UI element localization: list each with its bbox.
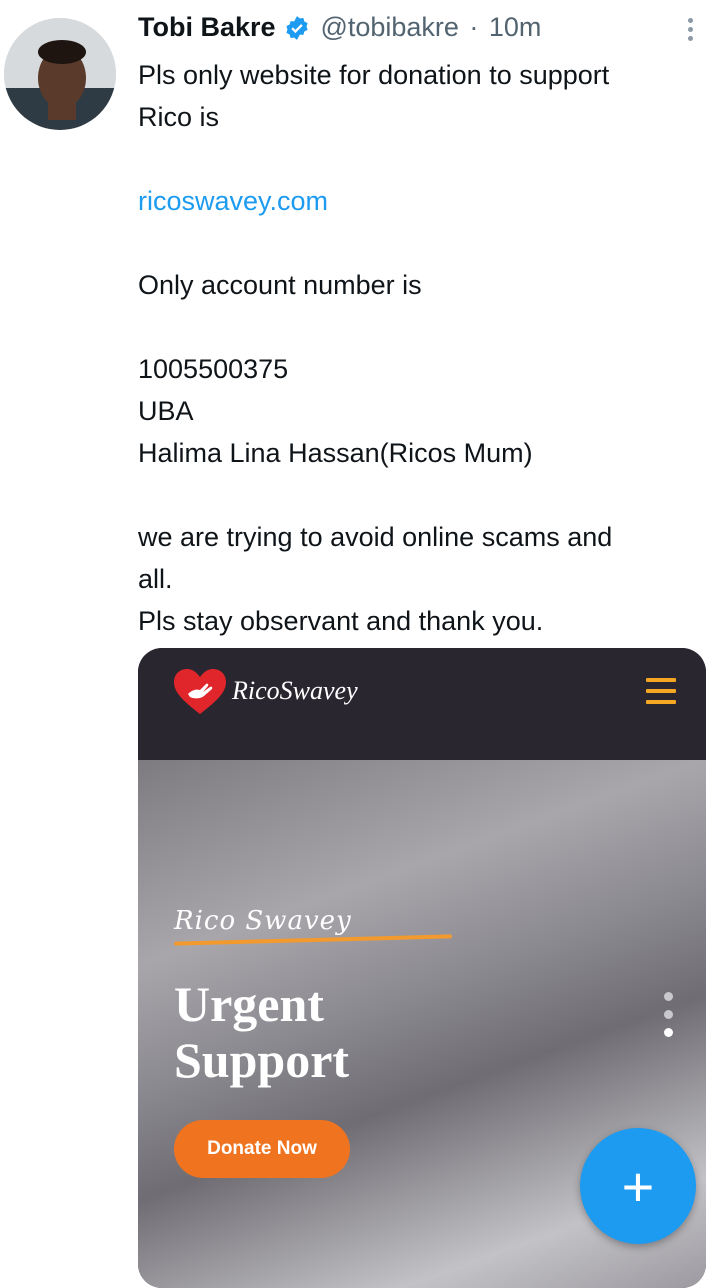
slider-dot[interactable] — [664, 992, 673, 1001]
tweet-header: Tobi Bakre @tobibakre · 10m — [138, 12, 698, 52]
account-name: Halima Lina Hassan(Ricos Mum) — [138, 438, 533, 468]
tweet-time[interactable]: 10m — [489, 12, 542, 42]
closing-line: we are trying to avoid online scams and — [138, 522, 613, 552]
account-number: 1005500375 — [138, 354, 289, 384]
author-name[interactable]: Tobi Bakre — [138, 12, 276, 42]
bank-name: UBA — [138, 396, 194, 426]
slider-dots[interactable] — [664, 992, 673, 1046]
closing-line: Pls stay observant and thank you. — [138, 606, 544, 636]
site-logo-text: RicoSwavey — [232, 676, 358, 705]
donate-now-button[interactable]: Donate Now — [174, 1120, 350, 1178]
heart-logo-icon — [174, 669, 226, 714]
avatar-image — [4, 18, 116, 130]
signature-text: Rico Swavey — [174, 906, 352, 936]
slider-dot[interactable] — [664, 1010, 673, 1019]
more-options-icon[interactable] — [688, 14, 698, 45]
headline-line: Urgent — [174, 976, 324, 1032]
headline-line: Support — [174, 1032, 350, 1088]
author-handle[interactable]: @tobibakre — [320, 12, 458, 42]
site-header: RicoSwavey — [138, 648, 706, 760]
headline: Urgent Support — [174, 976, 349, 1088]
verified-badge-icon — [286, 15, 308, 40]
hamburger-menu-icon[interactable] — [646, 678, 676, 711]
compose-plus-icon[interactable]: + — [580, 1128, 696, 1244]
slider-dot-active[interactable] — [664, 1028, 673, 1037]
time-separator: · — [469, 12, 479, 42]
tweet-text: Pls only website for donation to support… — [138, 54, 710, 642]
account-intro: Only account number is — [138, 270, 422, 300]
tweet-line: Rico is — [138, 102, 220, 132]
closing-line: all. — [138, 564, 173, 594]
tweet-line: Pls only website for donation to support — [138, 60, 610, 90]
author-avatar[interactable] — [4, 18, 116, 130]
website-link[interactable]: ricoswavey.com — [138, 186, 328, 216]
